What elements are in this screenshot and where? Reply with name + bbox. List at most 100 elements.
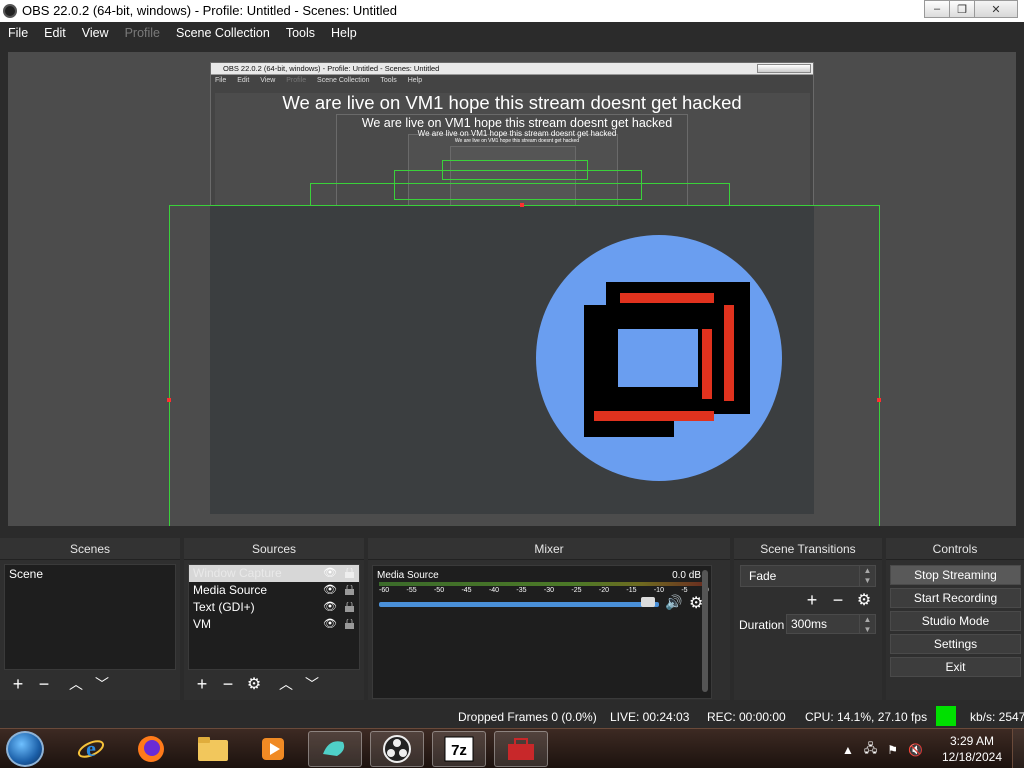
remove-transition-button[interactable]: − <box>826 589 850 611</box>
nested-window-buttons <box>757 64 811 73</box>
add-transition-button[interactable]: + <box>800 589 824 611</box>
source-item-window-capture[interactable]: Window Capture 👁 <box>189 565 359 582</box>
meter-tick: -45 <box>461 587 472 594</box>
menu-tools[interactable]: Tools <box>286 26 315 40</box>
source-name: Media Source <box>193 583 268 597</box>
maximize-button[interactable]: ❐ <box>949 0 975 18</box>
7zip-icon[interactable]: 7z <box>432 731 486 767</box>
overlay-text-1: We are live on VM1 hope this stream does… <box>282 92 742 113</box>
nested-menu-view: View <box>260 77 276 84</box>
exit-button[interactable]: Exit <box>890 657 1021 677</box>
title-bar: OBS 22.0.2 (64-bit, windows) - Profile: … <box>0 0 1024 22</box>
source-up-button[interactable]: ︿ <box>274 673 298 695</box>
scene-down-button[interactable]: ﹀ <box>90 673 114 695</box>
scene-item[interactable]: Scene <box>5 565 175 583</box>
scene-up-button[interactable]: ︿ <box>64 673 88 695</box>
meter-tick: -40 <box>488 587 500 594</box>
meter-tick: -25 <box>571 587 582 594</box>
internet-explorer-icon[interactable]: e <box>64 731 118 767</box>
start-recording-button[interactable]: Start Recording <box>890 588 1021 608</box>
source-item-media-source[interactable]: Media Source 👁 <box>189 582 359 599</box>
scenes-dock: Scenes Scene + − ︿ ﹀ <box>0 538 180 700</box>
scenes-header: Scenes <box>0 538 180 560</box>
duration-spinbox[interactable]: 300ms ▲ ▼ <box>786 614 876 634</box>
source-item-text-gdi[interactable]: Text (GDI+) 👁 <box>189 599 359 616</box>
lock-icon[interactable] <box>345 585 354 595</box>
menu-file[interactable]: File <box>8 26 28 40</box>
lock-icon[interactable] <box>345 568 354 578</box>
studio-mode-button[interactable]: Studio Mode <box>890 611 1021 631</box>
menu-edit[interactable]: Edit <box>44 26 66 40</box>
source-item-vm[interactable]: VM 👁 <box>189 616 359 633</box>
scenes-list[interactable]: Scene <box>4 564 176 670</box>
bbox-handle-right[interactable] <box>877 398 881 402</box>
cpu-fps: CPU: 14.1%, 27.10 fps <box>805 710 928 724</box>
volume-muted-icon[interactable]: 🔇 <box>908 743 923 757</box>
add-scene-button[interactable]: + <box>6 673 30 695</box>
taskbar: e 7z ▲ 🖧 ⚑ 🔇 3:29 AM 12/18/2024 <box>0 728 1024 768</box>
meter-tick: -50 <box>433 587 445 594</box>
sources-list[interactable]: Window Capture 👁 Media Source 👁 Text (GD… <box>188 564 360 670</box>
preview-area[interactable]: OBS 22.0.2 (64-bit, windows) - Profile: … <box>8 52 1016 526</box>
obs-taskbar-icon[interactable] <box>370 731 424 767</box>
transition-gear-icon[interactable]: ⚙ <box>852 589 876 611</box>
eye-icon[interactable]: 👁 <box>323 599 337 616</box>
eye-icon[interactable]: 👁 <box>323 565 337 582</box>
menu-view[interactable]: View <box>82 26 109 40</box>
eye-icon[interactable]: 👁 <box>323 582 337 599</box>
bbox-handle-top[interactable] <box>520 203 524 207</box>
volume-slider[interactable] <box>379 602 659 607</box>
bbox-handle-left[interactable] <box>167 398 171 402</box>
controls-dock: Controls Stop Streaming Start Recording … <box>886 538 1024 700</box>
sources-dock: Sources Window Capture 👁 Media Source 👁 … <box>184 538 364 700</box>
speaker-icon[interactable]: 🔊 <box>665 594 682 611</box>
start-button[interactable] <box>6 731 44 767</box>
menu-help[interactable]: Help <box>331 26 357 40</box>
lock-icon[interactable] <box>345 619 354 629</box>
toolbox-app-icon[interactable] <box>494 731 548 767</box>
mixer-scrollbar[interactable] <box>702 570 708 692</box>
network-icon[interactable]: 🖧 <box>864 739 877 760</box>
transitions-toolbar: + − ⚙ <box>800 589 878 611</box>
eye-icon[interactable]: 👁 <box>323 616 337 633</box>
system-tray: ▲ 🖧 ⚑ 🔇 <box>842 739 923 760</box>
meter-tick: -15 <box>626 587 637 594</box>
minimize-button[interactable]: – <box>924 0 950 18</box>
overlay-text-2: We are live on VM1 hope this stream does… <box>361 116 673 130</box>
menu-scene-collection[interactable]: Scene Collection <box>176 26 270 40</box>
add-source-button[interactable]: + <box>190 673 214 695</box>
stop-streaming-button[interactable]: Stop Streaming <box>890 565 1021 585</box>
remove-scene-button[interactable]: − <box>32 673 56 695</box>
menu-bar: File Edit View Profile Scene Collection … <box>0 22 1024 44</box>
menu-profile[interactable]: Profile <box>125 26 160 40</box>
nested-title-bar: OBS 22.0.2 (64-bit, windows) - Profile: … <box>211 63 813 75</box>
show-desktop-button[interactable] <box>1012 729 1024 768</box>
source-name: Text (GDI+) <box>193 600 255 614</box>
file-explorer-icon[interactable] <box>186 731 240 767</box>
nested-menu-help: Help <box>407 77 423 84</box>
source-properties-gear-icon[interactable]: ⚙ <box>242 673 266 695</box>
source-bounding-box[interactable] <box>169 205 880 526</box>
lock-icon[interactable] <box>345 602 354 612</box>
volume-slider-handle[interactable] <box>641 597 655 607</box>
tray-expand-icon[interactable]: ▲ <box>842 743 854 757</box>
firefox-icon[interactable] <box>124 731 178 767</box>
close-button[interactable]: ✕ <box>974 0 1018 18</box>
media-player-icon[interactable] <box>246 731 300 767</box>
overlay-text-3: We are live on VM1 hope this stream does… <box>417 129 617 138</box>
sources-toolbar: + − ⚙ ︿ ﹀ <box>190 673 326 695</box>
chevron-updown-icon: ▲ ▼ <box>859 566 875 586</box>
svg-text:7z: 7z <box>451 742 467 759</box>
source-down-button[interactable]: ﹀ <box>300 673 324 695</box>
taskbar-clock[interactable]: 3:29 AM 12/18/2024 <box>942 733 1002 765</box>
remote-app-icon[interactable] <box>308 731 362 767</box>
remove-source-button[interactable]: − <box>216 673 240 695</box>
source-name: VM <box>193 617 211 631</box>
transitions-dock: Scene Transitions Fade ▲ ▼ + − ⚙ Duration… <box>734 538 882 700</box>
action-center-flag-icon[interactable]: ⚑ <box>887 743 898 757</box>
nested-menu-bar: File Edit View Profile Scene Collection … <box>215 77 431 84</box>
transition-select[interactable]: Fade ▲ ▼ <box>740 565 876 587</box>
settings-button[interactable]: Settings <box>890 634 1021 654</box>
meter-tick: -10 <box>653 587 664 594</box>
mixer-panel: Media Source 0.0 dB -60 -55 -50 -45 -40 … <box>372 565 712 699</box>
